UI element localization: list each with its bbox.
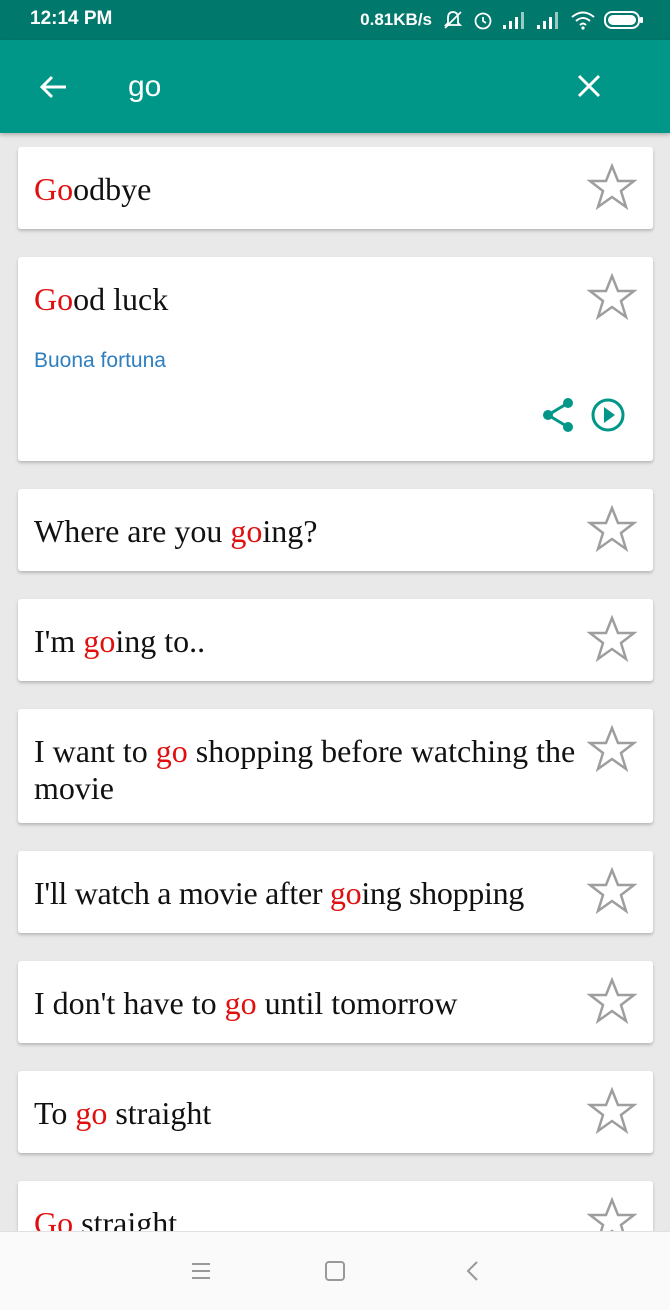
result-card[interactable]: To go straight xyxy=(18,1071,653,1153)
menu-icon[interactable] xyxy=(189,1259,213,1283)
back-chevron-icon[interactable] xyxy=(461,1259,485,1283)
result-phrase: I'll watch a movie after going shopping xyxy=(34,875,524,911)
match-highlight: go xyxy=(230,513,263,549)
status-bar: 12:14 PM 0.81KB/s xyxy=(0,0,670,40)
result-phrase: To go straight xyxy=(34,1095,212,1131)
system-nav-bar xyxy=(0,1231,670,1310)
alarm-icon xyxy=(474,12,492,30)
clear-search-button[interactable] xyxy=(566,63,612,109)
result-card[interactable]: I'll watch a movie after going shopping xyxy=(18,851,653,933)
result-card[interactable]: Go straight xyxy=(18,1181,653,1231)
signal-icon xyxy=(503,12,524,29)
star-icon[interactable] xyxy=(587,977,637,1025)
match-highlight: Go xyxy=(34,171,74,207)
star-icon[interactable] xyxy=(587,1197,637,1231)
wifi-icon xyxy=(571,11,595,30)
match-highlight: Go xyxy=(34,1205,74,1231)
translation-text: Buona fortuna xyxy=(34,349,166,372)
result-card[interactable]: I don't have to go until tomorrow xyxy=(18,961,653,1043)
home-square-icon[interactable] xyxy=(323,1259,347,1283)
star-icon[interactable] xyxy=(587,273,637,321)
result-card-expanded[interactable]: Good luck Buona fortuna xyxy=(18,257,653,461)
star-icon[interactable] xyxy=(587,505,637,553)
result-phrase: Good luck xyxy=(34,281,169,317)
star-icon[interactable] xyxy=(587,615,637,663)
play-audio-icon[interactable] xyxy=(588,395,628,435)
match-highlight: go xyxy=(83,623,116,659)
result-card[interactable]: I want to go shopping before watching th… xyxy=(18,709,653,823)
network-speed: 0.81KB/s xyxy=(360,10,432,29)
status-icons: 0.81KB/s xyxy=(360,6,644,34)
result-phrase: I don't have to go until tomorrow xyxy=(34,985,458,1021)
arrow-left-icon xyxy=(39,75,66,99)
mute-icon xyxy=(443,11,463,29)
match-highlight: go xyxy=(75,1095,108,1131)
result-card[interactable]: I'm going to.. xyxy=(18,599,653,681)
result-card[interactable]: Goodbye xyxy=(18,147,653,229)
match-highlight: Go xyxy=(34,281,74,317)
result-phrase: Where are you going? xyxy=(34,513,318,549)
star-icon[interactable] xyxy=(587,163,637,211)
result-phrase: Goodbye xyxy=(34,171,152,207)
results-list: Goodbye Good luck Buona fortuna Where ar… xyxy=(0,147,670,1231)
match-highlight: go xyxy=(224,985,257,1021)
close-icon xyxy=(577,74,601,98)
result-phrase: Go straight xyxy=(34,1205,583,1231)
search-app-bar xyxy=(0,40,670,133)
result-phrase: I want to go shopping before watching th… xyxy=(34,733,584,806)
signal-icon xyxy=(537,12,558,29)
result-phrase: I'm going to.. xyxy=(34,623,206,659)
star-icon[interactable] xyxy=(587,725,637,773)
result-card[interactable]: Where are you going? xyxy=(18,489,653,571)
back-button[interactable] xyxy=(30,63,78,111)
search-input[interactable] xyxy=(128,66,548,108)
share-icon[interactable] xyxy=(538,395,578,435)
match-highlight: go xyxy=(155,733,188,769)
status-time: 12:14 PM xyxy=(30,8,113,29)
match-highlight: go xyxy=(329,875,362,911)
battery-icon xyxy=(604,11,643,29)
star-icon[interactable] xyxy=(587,867,637,915)
star-icon[interactable] xyxy=(587,1087,637,1135)
